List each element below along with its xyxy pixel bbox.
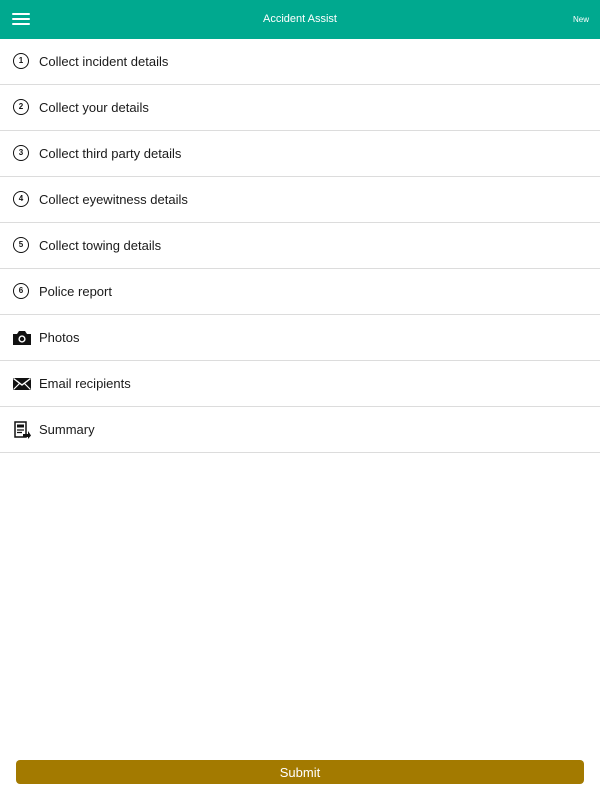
list-item-incident-details[interactable]: 1 Collect incident details: [0, 39, 600, 85]
number-1-icon: 1: [13, 53, 29, 69]
list-item-towing-details[interactable]: 5 Collect towing details: [0, 223, 600, 269]
list-item-label: Collect your details: [39, 100, 149, 115]
list-item-label: Summary: [39, 422, 95, 437]
list-item-your-details[interactable]: 2 Collect your details: [0, 85, 600, 131]
list-item-eyewitness-details[interactable]: 4 Collect eyewitness details: [0, 177, 600, 223]
number-2-icon: 2: [13, 99, 29, 115]
app-window: Accident Assist New 1 Collect incident d…: [0, 0, 600, 800]
list-item-police-report[interactable]: 6 Police report: [0, 269, 600, 315]
page-title: Accident Assist: [263, 13, 337, 25]
list-item-third-party-details[interactable]: 3 Collect third party details: [0, 131, 600, 177]
number-6-icon: 6: [13, 283, 29, 299]
list-item-label: Collect towing details: [39, 238, 162, 253]
number-4-icon: 4: [13, 191, 29, 207]
list-item-label: Collect eyewitness details: [39, 192, 188, 207]
list-item-photos[interactable]: Photos: [0, 315, 600, 361]
submit-button[interactable]: Submit: [16, 760, 584, 784]
number-5-icon: 5: [13, 237, 29, 253]
list-item-label: Photos: [39, 330, 80, 345]
list-item-label: Email recipients: [39, 376, 131, 391]
list-item-email-recipients[interactable]: Email recipients: [0, 361, 600, 407]
document-icon: [12, 421, 31, 439]
camera-icon: [12, 329, 31, 347]
top-bar: Accident Assist New: [0, 0, 600, 39]
list-item-label: Collect incident details: [39, 54, 169, 69]
list-item-label: Collect third party details: [39, 146, 182, 161]
list-item-summary[interactable]: Summary: [0, 407, 600, 453]
envelope-icon: [12, 375, 31, 393]
step-list: 1 Collect incident details 2 Collect you…: [0, 39, 600, 453]
new-button[interactable]: New: [573, 0, 589, 39]
number-3-icon: 3: [13, 145, 29, 161]
list-item-label: Police report: [39, 284, 112, 299]
